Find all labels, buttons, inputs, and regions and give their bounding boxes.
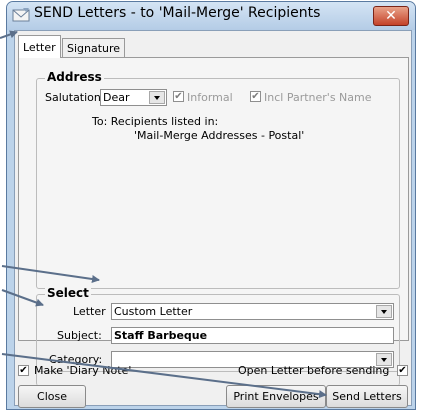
incl-partner-checkbox[interactable]: ✔ bbox=[250, 91, 261, 102]
incl-partner-label: Incl Partner's Name bbox=[264, 91, 372, 104]
print-envelopes-button[interactable]: Print Envelopes bbox=[226, 385, 326, 408]
close-icon: ✕ bbox=[385, 8, 397, 24]
letter-value: Custom Letter bbox=[114, 305, 193, 318]
chevron-down-icon[interactable] bbox=[376, 305, 392, 318]
open-before-label: Open Letter before sending bbox=[238, 364, 390, 377]
open-before-check-mark: ✔ bbox=[398, 365, 407, 376]
letter-label: Letter bbox=[73, 305, 106, 318]
window-title: SEND Letters - to 'Mail-Merge' Recipient… bbox=[34, 5, 321, 21]
informal-checkbox[interactable]: ✔ bbox=[173, 91, 184, 102]
window-close-button[interactable]: ✕ bbox=[373, 6, 409, 26]
tab-signature[interactable]: Signature bbox=[62, 38, 126, 57]
title-bar[interactable]: SEND Letters - to 'Mail-Merge' Recipient… bbox=[7, 2, 415, 30]
tab-letter[interactable]: Letter bbox=[18, 35, 61, 58]
recipients-to-line: To: Recipients listed in: bbox=[92, 115, 219, 128]
tab-letter-label: Letter bbox=[23, 41, 56, 54]
subject-input[interactable]: Staff Barbeque bbox=[111, 327, 394, 344]
chevron-down-icon[interactable] bbox=[149, 91, 165, 104]
tab-signature-label: Signature bbox=[67, 42, 121, 55]
letter-tab-panel: Address Salutation: Dear ✔ Informal ✔ In… bbox=[18, 57, 409, 386]
select-legend: Select bbox=[45, 286, 91, 300]
send-letters-button[interactable]: Send Letters bbox=[326, 385, 408, 408]
make-diary-check-mark: ✔ bbox=[19, 365, 28, 376]
informal-check-mark: ✔ bbox=[174, 91, 183, 102]
salutation-label: Salutation: bbox=[45, 91, 105, 104]
subject-label: Subject: bbox=[57, 329, 102, 342]
close-button[interactable]: Close bbox=[18, 385, 86, 408]
letter-select[interactable]: Custom Letter bbox=[111, 303, 394, 320]
salutation-select[interactable]: Dear bbox=[100, 89, 167, 106]
open-before-checkbox[interactable]: ✔ bbox=[397, 365, 408, 376]
address-group: Address Salutation: Dear ✔ Informal ✔ In… bbox=[36, 70, 400, 289]
recipients-source-line: 'Mail-Merge Addresses - Postal' bbox=[134, 129, 305, 142]
dialog-client-area: Letter Signature Address Salutation: Dea… bbox=[14, 30, 412, 408]
envelope-icon bbox=[12, 8, 30, 22]
address-legend: Address bbox=[45, 70, 104, 84]
send-letters-dialog: SEND Letters - to 'Mail-Merge' Recipient… bbox=[6, 1, 416, 410]
make-diary-label: Make 'Diary Note' bbox=[34, 364, 132, 377]
incl-partner-check-mark: ✔ bbox=[251, 91, 260, 102]
make-diary-checkbox[interactable]: ✔ bbox=[18, 365, 29, 376]
salutation-value: Dear bbox=[103, 91, 130, 104]
informal-label: Informal bbox=[187, 91, 233, 104]
